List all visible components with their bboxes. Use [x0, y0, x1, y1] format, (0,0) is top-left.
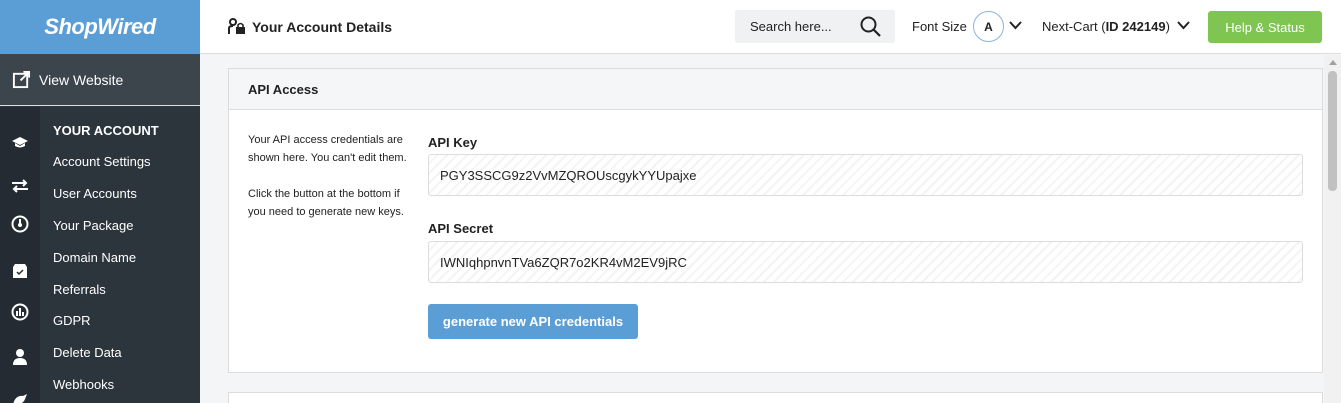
- sidebar-item-user-accounts[interactable]: User Accounts: [53, 186, 137, 201]
- external-link-icon: [12, 70, 31, 89]
- gauge-icon[interactable]: [11, 215, 29, 233]
- your-account-heading: YOUR ACCOUNT: [53, 123, 159, 138]
- view-website-link[interactable]: View Website: [0, 54, 200, 106]
- sidebar-item-webhooks[interactable]: Webhooks: [53, 377, 114, 392]
- next-card: [228, 392, 1323, 403]
- chevron-down-icon[interactable]: [1177, 21, 1190, 30]
- sidebar: ShopWired View Website YOUR ACCOUNT Acco…: [0, 0, 200, 403]
- bird-icon[interactable]: [11, 391, 29, 403]
- api-key-label: API Key: [428, 135, 478, 150]
- generate-credentials-button[interactable]: generate new API credentials: [428, 304, 638, 339]
- api-description: Your API access credentials are shown he…: [248, 131, 408, 239]
- chevron-down-icon[interactable]: [1009, 21, 1022, 30]
- search-box: [735, 10, 895, 43]
- arrows-exchange-icon[interactable]: [11, 177, 29, 195]
- help-status-button[interactable]: Help & Status: [1208, 11, 1322, 43]
- view-website-label: View Website: [39, 71, 124, 88]
- scroll-up-arrow-icon[interactable]: [1329, 60, 1337, 65]
- cart-name: Next-Cart (: [1042, 19, 1106, 34]
- api-secret-field[interactable]: IWNIqhpnvnTVa6ZQR7o2KR4vM2EV9jRC: [428, 241, 1303, 283]
- description-text-1: Your API access credentials are shown he…: [248, 134, 407, 164]
- font-size-label: Font Size: [912, 19, 967, 34]
- shopwired-logo[interactable]: ShopWired: [0, 0, 200, 54]
- user-icon[interactable]: [11, 348, 29, 366]
- sidebar-item-domain-name[interactable]: Domain Name: [53, 250, 136, 265]
- card-title: API Access: [229, 69, 1322, 110]
- description-text-2: Click the button at the bottom if you ne…: [248, 188, 404, 218]
- api-access-card: API Access Your API access credentials a…: [228, 68, 1323, 373]
- chart-icon[interactable]: [11, 303, 29, 321]
- sidebar-item-gdpr[interactable]: GDPR: [53, 313, 91, 328]
- page-title-text: Your Account Details: [252, 18, 393, 35]
- scrollbar[interactable]: [1324, 55, 1341, 403]
- box-icon[interactable]: [11, 262, 29, 280]
- sidebar-item-delete-data[interactable]: Delete Data: [53, 345, 122, 360]
- top-bar: Your Account Details Font Size A Next-Ca…: [200, 0, 1341, 54]
- sidebar-item-account-settings[interactable]: Account Settings: [53, 154, 151, 169]
- lock-person-icon: [228, 18, 245, 34]
- api-key-field[interactable]: PGY3SSCG9z2VvMZQROUscgykYYUpajxe: [428, 154, 1303, 196]
- api-secret-label: API Secret: [428, 221, 494, 236]
- cart-id: ID 242149: [1105, 19, 1166, 34]
- icon-rail: [0, 107, 40, 403]
- sidebar-item-your-package[interactable]: Your Package: [53, 218, 133, 233]
- cart-close: ): [1165, 19, 1170, 34]
- account-nav: YOUR ACCOUNT Account Settings User Accou…: [0, 107, 200, 403]
- cart-selector[interactable]: Next-Cart (ID 242149): [1042, 19, 1170, 34]
- page-title: Your Account Details: [228, 18, 392, 35]
- logo-text: ShopWired: [44, 14, 156, 39]
- font-size-selector[interactable]: A: [973, 11, 1004, 42]
- sidebar-item-referrals[interactable]: Referrals: [53, 282, 106, 297]
- graduation-cap-icon[interactable]: [11, 134, 29, 152]
- search-input[interactable]: [750, 19, 868, 34]
- search-icon[interactable]: [860, 16, 881, 37]
- scrollbar-thumb[interactable]: [1328, 71, 1337, 191]
